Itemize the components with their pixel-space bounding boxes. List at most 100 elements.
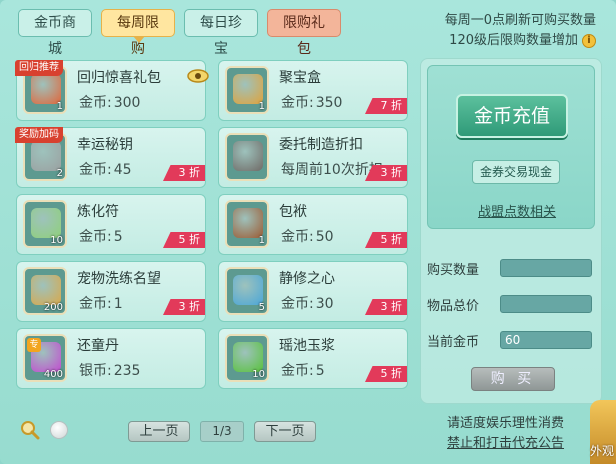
item-name: 炼化符 bbox=[77, 204, 119, 220]
item-currency: 金币: bbox=[79, 95, 112, 111]
item-slot[interactable]: 1 bbox=[225, 200, 269, 248]
item-card[interactable]: 5 静修之心金币: 30 3 折 bbox=[218, 261, 408, 322]
item-quantity: 200 bbox=[43, 302, 63, 313]
item-price: 金币: 5 bbox=[77, 226, 123, 246]
page-indicator: 1/3 bbox=[200, 421, 244, 442]
item-price-value: 300 bbox=[113, 95, 141, 111]
item-price-value: 1 bbox=[113, 296, 123, 312]
notice-line1: 请适度娱乐理性消费 bbox=[447, 416, 565, 431]
item-price: 金币: 300 bbox=[77, 92, 140, 112]
discount-tag: 3 折 bbox=[365, 299, 407, 315]
tab-gold-mall[interactable]: 金币商城 bbox=[18, 9, 92, 57]
next-page-button[interactable]: 下一页 bbox=[254, 421, 316, 442]
item-price: 金币: 350 bbox=[279, 92, 342, 112]
item-price-value: 235 bbox=[113, 363, 141, 379]
tab-daily-treasure[interactable]: 每日珍宝 bbox=[184, 9, 258, 57]
gold-recharge-button[interactable]: 金币充值 bbox=[456, 94, 568, 138]
item-currency: 金币: bbox=[281, 363, 314, 379]
item-name: 回归惊喜礼包 bbox=[77, 70, 161, 86]
buy-quantity-label: 购买数量 bbox=[427, 263, 480, 278]
alliance-points-link[interactable]: 战盟点数相关 bbox=[478, 201, 556, 220]
item-card[interactable]: 10 瑶池玉浆 金币: 5 5 折 bbox=[218, 328, 408, 389]
item-quantity: 1 bbox=[258, 101, 265, 112]
discount-tag: 5 折 bbox=[163, 232, 205, 248]
notice: 请适度娱乐理性消费 禁止和打击代充公告 bbox=[447, 414, 564, 454]
item-price: 金币: 45 bbox=[77, 159, 132, 179]
item-slot[interactable]: 10 bbox=[225, 334, 269, 382]
item-grid: 回归推荐 1 回归惊喜礼包 金币: 300 1 聚宝盒 金币: 350 7 折奖励加码 2 幸运秘钥金… bbox=[15, 60, 408, 400]
item-card[interactable]: 1 包袱 金币: 50 5 折 bbox=[218, 194, 408, 255]
voucher-exchange-button[interactable]: 金券交易现金 bbox=[472, 160, 560, 184]
item-card[interactable]: 10 炼化符金币: 5 5 折 bbox=[16, 194, 206, 255]
tab-limited-pack[interactable]: 限购礼包 bbox=[267, 9, 341, 57]
item-card[interactable]: 委托制造折扣 每周前10次折扣 3 折 bbox=[218, 127, 408, 188]
item-price-value: 50 bbox=[315, 229, 334, 245]
purchase-panel: 金币充值 金券交易现金 战盟点数相关 购买数量 物品总价 当前金币 60 购 买 bbox=[420, 58, 602, 404]
treasure-box-icon bbox=[233, 74, 263, 104]
item-currency: 金币: bbox=[79, 162, 112, 178]
discount-tag: 3 折 bbox=[163, 299, 205, 315]
item-quantity: 2 bbox=[56, 168, 63, 179]
item-slot[interactable]: 10 bbox=[23, 200, 67, 248]
gift-box-icon bbox=[31, 74, 61, 104]
item-quantity: 1 bbox=[258, 235, 265, 246]
item-name: 静修之心 bbox=[279, 271, 335, 287]
talisman-icon bbox=[31, 208, 61, 238]
item-quantity: 10 bbox=[50, 235, 63, 246]
item-card[interactable]: 奖励加码 2 幸运秘钥 金币: 45 3 折 bbox=[15, 127, 206, 188]
pagination: 上一页 1/3 下一页 bbox=[128, 421, 316, 442]
item-name: 委托制造折扣 bbox=[279, 137, 363, 153]
item-price: 金币: 5 bbox=[279, 360, 325, 380]
buy-button[interactable]: 购 买 bbox=[471, 367, 555, 391]
item-name: 还童丹 bbox=[77, 338, 119, 354]
magnifier-icon[interactable] bbox=[20, 420, 40, 440]
exclusive-badge: 专 bbox=[27, 338, 41, 352]
refresh-info-line1: 每周一0点刷新可购买数量 bbox=[444, 13, 596, 28]
item-price-value: 350 bbox=[315, 95, 343, 111]
item-quantity: 1 bbox=[56, 101, 63, 112]
item-currency: 金币: bbox=[79, 229, 112, 245]
item-price-value: 30 bbox=[315, 296, 334, 312]
item-price: 金币: 1 bbox=[77, 293, 123, 313]
refresh-info: 每周一0点刷新可购买数量 120级后限购数量增加 i bbox=[445, 11, 596, 51]
item-card[interactable]: 200 宠物洗练名望 金币: 1 3 折 bbox=[16, 261, 206, 322]
item-price: 金币: 30 bbox=[279, 293, 334, 313]
heart-gem-icon bbox=[233, 275, 263, 305]
item-slot[interactable]: 5 bbox=[225, 267, 269, 315]
item-card[interactable]: 回归推荐 1 回归惊喜礼包 金币: 300 bbox=[15, 60, 209, 121]
discount-tag: 5 折 bbox=[365, 232, 407, 248]
prev-page-button[interactable]: 上一页 bbox=[128, 421, 190, 442]
item-slot[interactable]: 专 400 bbox=[23, 334, 67, 382]
total-price-field bbox=[500, 295, 592, 313]
item-slot[interactable]: 200 bbox=[23, 267, 67, 315]
tab-weekly-limited[interactable]: 每周限购 bbox=[101, 9, 175, 57]
item-price: 银币: 235 bbox=[77, 360, 140, 380]
item-slot[interactable] bbox=[225, 133, 269, 181]
promo-badge: 回归推荐 bbox=[15, 60, 63, 76]
recharge-section: 金币充值 金券交易现金 战盟点数相关 bbox=[427, 65, 595, 229]
info-icon[interactable]: i bbox=[582, 34, 596, 48]
appearance-label[interactable]: 外观 bbox=[590, 442, 614, 459]
total-price-label: 物品总价 bbox=[427, 299, 480, 314]
buy-quantity-field[interactable] bbox=[500, 259, 592, 277]
hammer-icon bbox=[233, 141, 263, 171]
item-currency: 银币: bbox=[79, 363, 112, 379]
item-quantity: 10 bbox=[252, 369, 265, 380]
anti-fraud-link[interactable]: 禁止和打击代充公告 bbox=[447, 434, 564, 454]
eye-icon[interactable] bbox=[187, 69, 209, 83]
item-name: 宠物洗练名望 bbox=[77, 271, 161, 287]
item-currency: 金币: bbox=[79, 296, 112, 312]
item-card[interactable]: 专 400 还童丹银币: 235 bbox=[16, 328, 206, 389]
item-currency: 金币: bbox=[281, 296, 314, 312]
jade-jar-icon bbox=[233, 342, 263, 372]
item-price-value: 45 bbox=[113, 162, 132, 178]
pearl-icon[interactable] bbox=[50, 421, 68, 439]
item-name: 幸运秘钥 bbox=[77, 137, 133, 153]
item-card[interactable]: 1 聚宝盒 金币: 350 7 折 bbox=[218, 60, 408, 121]
item-slot[interactable]: 1 bbox=[225, 66, 269, 114]
item-currency: 金币: bbox=[281, 95, 314, 111]
discount-tag: 3 折 bbox=[163, 165, 205, 181]
refresh-info-line2: 120级后限购数量增加 bbox=[449, 33, 578, 48]
item-price-value: 5 bbox=[315, 363, 325, 379]
current-gold-field: 60 bbox=[500, 331, 592, 349]
